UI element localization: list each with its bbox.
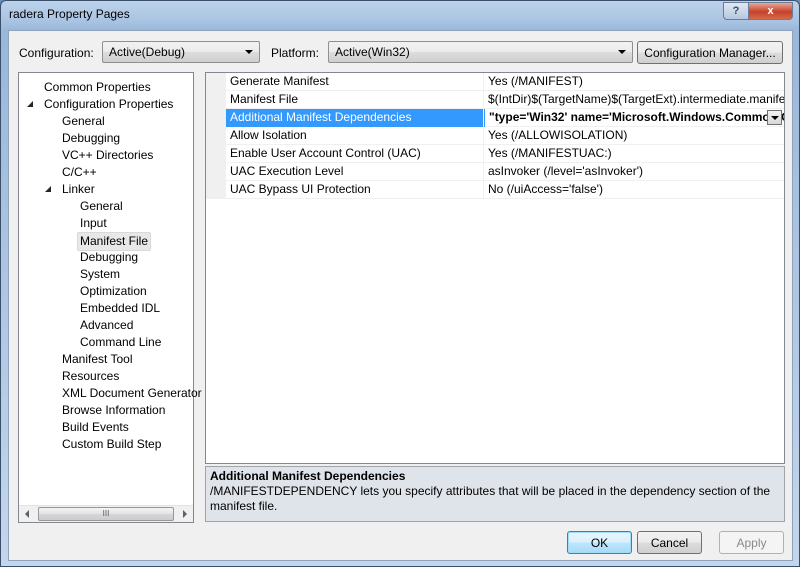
- apply-label: Apply: [736, 535, 767, 550]
- property-value-text: No (/uiAccess='false'): [488, 182, 603, 196]
- dialog-client: Configuration: Active(Debug) Platform: A…: [8, 30, 793, 561]
- description-text: /MANIFESTDEPENDENCY lets you specify att…: [210, 484, 771, 513]
- tree-item-label: Embedded IDL: [80, 301, 161, 315]
- collapsed-triangle-icon[interactable]: [45, 168, 53, 178]
- tree-item-label: Manifest Tool: [62, 352, 133, 366]
- description-title: Additional Manifest Dependencies: [210, 469, 406, 483]
- property-value[interactable]: No (/uiAccess='false'): [484, 181, 784, 199]
- configuration-manager-button[interactable]: Configuration Manager...: [637, 41, 783, 64]
- property-row[interactable]: UAC Execution Level asInvoker (/level='as…: [226, 163, 784, 181]
- tree-item-label: System: [80, 267, 121, 281]
- grid-gutter: [206, 73, 226, 199]
- scroll-thumb[interactable]: III: [38, 507, 174, 521]
- property-value-text: Yes (/ALLOWISOLATION): [488, 128, 628, 142]
- tree-item-label: Debugging: [62, 131, 121, 145]
- configuration-value: Active(Debug): [109, 45, 186, 59]
- help-icon: ?: [732, 5, 740, 17]
- collapsed-triangle-icon[interactable]: [45, 389, 53, 399]
- configuration-manager-label: Configuration Manager...: [644, 45, 776, 60]
- collapsed-triangle-icon[interactable]: [45, 423, 53, 433]
- window-title: radera Property Pages: [9, 7, 130, 21]
- tree-item-label: Linker: [62, 182, 95, 196]
- property-row[interactable]: Generate Manifest Yes (/MANIFEST): [226, 73, 784, 91]
- property-value[interactable]: asInvoker (/level='asInvoker'): [484, 163, 784, 181]
- property-grid: Generate Manifest Yes (/MANIFEST) Manifest…: [205, 72, 785, 464]
- value-dropdown-button[interactable]: [767, 110, 782, 125]
- help-button[interactable]: ?: [723, 2, 749, 20]
- tree-item-label: XML Document Generator: [62, 386, 202, 400]
- property-name[interactable]: UAC Execution Level: [226, 163, 484, 181]
- cancel-label: Cancel: [650, 535, 689, 550]
- property-value[interactable]: Yes (/ALLOWISOLATION): [484, 127, 784, 145]
- tree-item-label: C/C++: [62, 165, 97, 179]
- platform-value: Active(Win32): [335, 45, 410, 59]
- scroll-right-icon[interactable]: [183, 510, 187, 518]
- apply-button[interactable]: Apply: [719, 531, 784, 554]
- property-row[interactable]: Enable User Account Control (UAC) Yes (/M…: [226, 145, 784, 163]
- tree-item-label: Build Events: [62, 420, 129, 434]
- property-pages-window: radera Property Pages ? x Configuration:…: [0, 0, 800, 567]
- tree-item-label: Common Properties: [44, 80, 151, 94]
- title-bar[interactable]: radera Property Pages ? x: [1, 1, 799, 29]
- tree-item-label: Input: [80, 216, 107, 230]
- tree-item-label: Browse Information: [62, 403, 166, 417]
- chevron-down-icon: [618, 50, 626, 54]
- expanded-triangle-icon[interactable]: [27, 101, 35, 109]
- collapsed-triangle-icon[interactable]: [45, 372, 53, 382]
- tree-item-label: Resources: [62, 369, 120, 383]
- property-value-text: $(IntDir)$(TargetName)$(TargetExt).inter…: [488, 92, 784, 106]
- property-row[interactable]: Allow Isolation Yes (/ALLOWISOLATION): [226, 127, 784, 145]
- property-value[interactable]: $(IntDir)$(TargetName)$(TargetExt).inter…: [484, 91, 784, 109]
- platform-dropdown[interactable]: Active(Win32): [328, 41, 633, 63]
- tree-item-label: Advanced: [80, 318, 134, 332]
- ok-button[interactable]: OK: [567, 531, 632, 554]
- tree-item-label: VC++ Directories: [62, 148, 154, 162]
- chevron-down-icon: [245, 50, 253, 54]
- title-buttons: ? x: [723, 2, 793, 20]
- tree-horizontal-scrollbar[interactable]: III: [19, 505, 193, 522]
- property-value-text: Yes (/MANIFEST): [488, 74, 583, 88]
- property-name[interactable]: Allow Isolation: [226, 127, 484, 145]
- configuration-label: Configuration:: [19, 46, 94, 60]
- property-value-text: Yes (/MANIFESTUAC:): [488, 146, 612, 160]
- cancel-button[interactable]: Cancel: [637, 531, 702, 554]
- tree-item-label: General: [80, 199, 123, 213]
- collapsed-triangle-icon[interactable]: [45, 440, 53, 450]
- tree-item-label: Configuration Properties: [44, 97, 174, 111]
- property-name[interactable]: Manifest File: [226, 91, 484, 109]
- tree-item-label: General: [62, 114, 105, 128]
- property-name[interactable]: UAC Bypass UI Protection: [226, 181, 484, 199]
- property-row[interactable]: Additional Manifest Dependencies "type='W…: [226, 109, 784, 127]
- tree-item-label: Custom Build Step: [62, 437, 162, 451]
- close-button[interactable]: x: [749, 2, 793, 20]
- tree-item-label: Debugging: [80, 250, 139, 264]
- tree-item-label: Optimization: [80, 284, 147, 298]
- property-name[interactable]: Generate Manifest: [226, 73, 484, 91]
- property-row[interactable]: Manifest File $(IntDir)$(TargetName)$(Tar…: [226, 91, 784, 109]
- grip-icon: III: [102, 509, 110, 518]
- property-value[interactable]: Yes (/MANIFEST): [484, 73, 784, 91]
- close-icon: x: [767, 5, 774, 17]
- tree-item-label: Command Line: [80, 335, 162, 349]
- category-tree[interactable]: Custom Build Step Build Events Browse Info…: [18, 72, 202, 523]
- tree-item-label: Manifest File: [77, 232, 152, 251]
- description-panel: Additional Manifest Dependencies /MANIFE…: [205, 466, 785, 522]
- property-value-text: asInvoker (/level='asInvoker'): [488, 164, 643, 178]
- property-value-text: "type='Win32' name='Microsoft.Windows.Co…: [489, 110, 784, 124]
- collapsed-triangle-icon[interactable]: [45, 406, 53, 416]
- platform-label: Platform:: [271, 46, 320, 60]
- ok-label: OK: [590, 535, 609, 550]
- expanded-triangle-icon[interactable]: [45, 186, 53, 194]
- property-row[interactable]: UAC Bypass UI Protection No (/uiAccess='f…: [226, 181, 784, 199]
- collapsed-triangle-icon[interactable]: [27, 83, 35, 93]
- scroll-left-icon[interactable]: [25, 510, 29, 518]
- property-value[interactable]: "type='Win32' name='Microsoft.Windows.Co…: [484, 109, 784, 127]
- property-name[interactable]: Enable User Account Control (UAC): [226, 145, 484, 163]
- collapsed-triangle-icon[interactable]: [45, 355, 53, 365]
- property-value[interactable]: Yes (/MANIFESTUAC:): [484, 145, 784, 163]
- configuration-dropdown[interactable]: Active(Debug): [102, 41, 260, 63]
- property-name[interactable]: Additional Manifest Dependencies: [226, 109, 484, 127]
